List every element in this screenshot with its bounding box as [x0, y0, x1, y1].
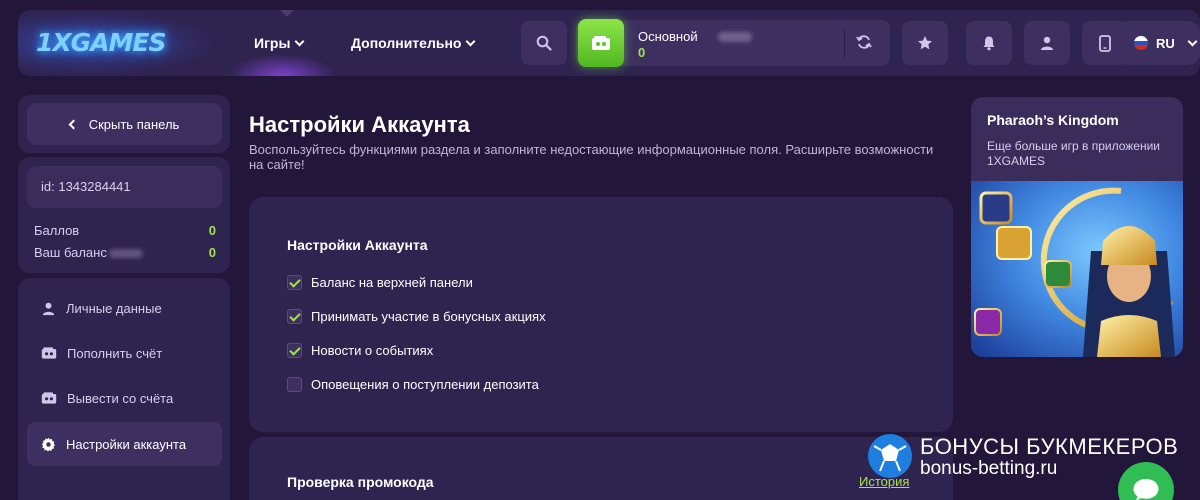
wallet-icon	[592, 36, 610, 50]
checkbox-checked[interactable]	[287, 343, 302, 358]
balance-row: Ваш баланс 0	[34, 245, 216, 260]
banner-title: Pharaoh’s Kingdom	[987, 112, 1119, 128]
banner-subtitle: Еще больше игр в приложении 1XGAMES	[987, 139, 1161, 168]
hide-panel-button[interactable]: Скрыть панель	[27, 103, 222, 145]
wallet-button[interactable]	[578, 19, 624, 67]
chat-icon	[1133, 479, 1159, 500]
bell-icon	[983, 36, 995, 51]
notifications-button[interactable]	[966, 21, 1012, 65]
option-event-news[interactable]: Новости о событиях	[287, 343, 433, 358]
currency-blurred	[718, 32, 752, 42]
menu-label: Личные данные	[66, 300, 162, 316]
menu-label: Настройки аккаунта	[66, 436, 187, 452]
star-icon	[918, 36, 932, 50]
balance-value-side: 0	[208, 245, 216, 260]
points-label: Баллов	[34, 223, 80, 238]
phone-icon	[1099, 34, 1111, 52]
nav-games-label: Игры	[254, 35, 291, 51]
balance-label-side: Ваш баланс	[34, 245, 107, 260]
option-label: Оповещения о поступлении депозита	[311, 377, 539, 392]
option-label: Принимать участие в бонусных акциях	[311, 309, 546, 324]
profile-button[interactable]	[1024, 21, 1070, 65]
nav-more[interactable]: Дополнительно	[351, 34, 476, 52]
balance-widget[interactable]: Основной 0	[576, 19, 890, 67]
hide-panel-label: Скрыть панель	[88, 116, 180, 132]
divider	[844, 28, 845, 58]
nav-more-label: Дополнительно	[351, 35, 462, 51]
nav-highlight	[228, 54, 336, 76]
wallet-icon	[41, 392, 57, 404]
menu-label: Пополнить счёт	[67, 345, 163, 361]
page-title: Настройки Аккаунта	[249, 112, 470, 137]
menu-label: Вывести со счёта	[67, 390, 174, 406]
settings-title: Настройки Аккаунта	[287, 237, 428, 253]
option-label: Баланс на верхней панели	[311, 275, 473, 290]
currency-blurred	[108, 249, 143, 259]
points-row: Баллов 0	[34, 223, 216, 238]
chevron-left-icon	[68, 119, 79, 129]
top-bar: 1XGAMES Игры Дополнительно Основной 0 RU	[18, 10, 1200, 76]
option-deposit-alerts[interactable]: Оповещения о поступлении депозита	[287, 377, 539, 392]
soccer-ball-logo	[868, 434, 912, 478]
chevron-down-icon	[466, 36, 476, 46]
settings-card: Настройки Аккаунта Баланс на верхней пан…	[249, 197, 953, 432]
language-label: RU	[1156, 35, 1175, 51]
watermark-title: БОНУСЫ БУКМЕКЕРОВ	[920, 434, 1179, 459]
game-banner[interactable]: Pharaoh’s Kingdom Еще больше игр в прило…	[971, 97, 1183, 357]
banner-illustration	[971, 181, 1183, 357]
option-label: Новости о событиях	[311, 343, 434, 358]
balance-label: Основной	[638, 29, 698, 44]
logo[interactable]: 1XGAMES	[36, 28, 186, 58]
points-value: 0	[208, 223, 216, 238]
menu-account-settings[interactable]: Настройки аккаунта	[27, 422, 222, 466]
account-id[interactable]: id: 1343284441	[27, 166, 222, 208]
gear-icon	[41, 437, 56, 451]
favorites-button[interactable]	[902, 21, 948, 65]
checkbox-unchecked[interactable]	[287, 377, 302, 392]
page-subtitle: Воспользуйтесь функциями раздела и запол…	[249, 142, 934, 172]
flag-ru-icon	[1134, 36, 1148, 50]
checkbox-checked[interactable]	[287, 275, 302, 290]
balance-value: 0	[638, 45, 646, 60]
account-menu: Личные данные Пополнить счёт Вывести со …	[18, 278, 230, 500]
menu-deposit[interactable]: Пополнить счёт	[27, 331, 222, 375]
checkbox-checked[interactable]	[287, 309, 302, 324]
menu-personal-data[interactable]: Личные данные	[27, 286, 222, 330]
nav-indicator	[280, 10, 294, 17]
refresh-icon[interactable]	[856, 34, 872, 50]
user-icon	[1041, 36, 1053, 50]
option-bonus-promos[interactable]: Принимать участие в бонусных акциях	[287, 309, 546, 324]
chat-button[interactable]	[1118, 462, 1174, 500]
language-selector[interactable]: RU	[1120, 21, 1200, 65]
watermark-url: bonus-betting.ru	[920, 458, 1058, 479]
promo-title: Проверка промокода	[287, 474, 434, 490]
search-icon	[536, 35, 552, 51]
chevron-down-icon	[1187, 36, 1198, 46]
wallet-icon	[41, 347, 57, 359]
menu-withdraw[interactable]: Вывести со счёта	[27, 376, 222, 420]
promo-check-card: Проверка промокода История	[249, 437, 953, 500]
option-top-balance[interactable]: Баланс на верхней панели	[287, 275, 473, 290]
chevron-down-icon	[294, 36, 305, 46]
nav-games[interactable]: Игры	[254, 34, 305, 52]
search-button[interactable]	[521, 21, 567, 65]
user-icon	[42, 302, 55, 315]
account-summary: id: 1343284441 Баллов 0 Ваш баланс 0	[18, 157, 230, 273]
